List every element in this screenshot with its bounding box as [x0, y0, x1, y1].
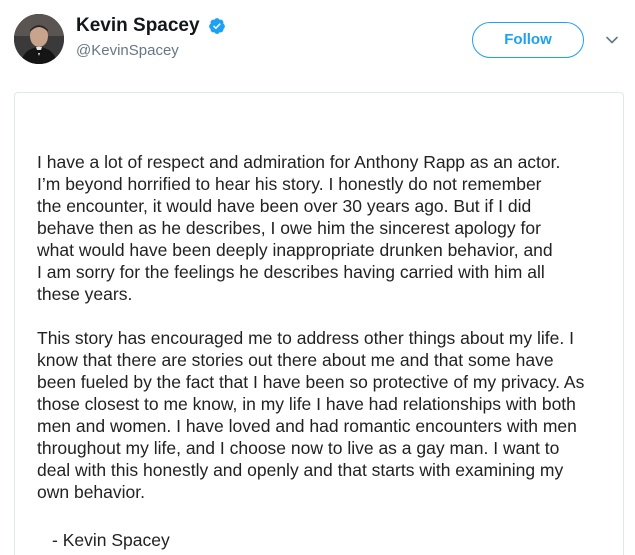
tweet-header: Kevin Spacey @KevinSpacey Follow — [0, 0, 635, 80]
statement-line: these years. — [37, 284, 133, 304]
statement-line: those closest to me know, in my life I h… — [37, 394, 576, 414]
statement-paragraph-2: This story has encouraged me to address … — [37, 327, 622, 503]
follow-button[interactable]: Follow — [472, 22, 584, 58]
statement-line: I’m beyond horrified to hear his story. … — [37, 174, 542, 194]
verified-badge-icon — [208, 17, 226, 35]
statement-line: throughout my life, and I choose now to … — [37, 438, 560, 458]
tweet: Kevin Spacey @KevinSpacey Follow I have … — [0, 0, 635, 555]
user-handle[interactable]: @KevinSpacey — [76, 42, 226, 60]
statement-line: deal with this honestly and openly and t… — [37, 460, 564, 480]
statement-line: know that there are stories out there ab… — [37, 350, 554, 370]
statement-text: I have a lot of respect and admiration f… — [37, 151, 622, 551]
statement-line: behave then as he describes, I owe him t… — [37, 218, 541, 238]
statement-line: I have a lot of respect and admiration f… — [37, 152, 561, 172]
statement-line: own behavior. — [37, 482, 145, 502]
user-info: Kevin Spacey @KevinSpacey — [76, 14, 226, 60]
statement-line: what would have been deeply inappropriat… — [37, 240, 553, 260]
statement-image[interactable]: I have a lot of respect and admiration f… — [14, 92, 624, 555]
statement-line: men and women. I have loved and had roma… — [37, 416, 577, 436]
avatar[interactable] — [14, 14, 64, 64]
statement-line: the encounter, it would have been over 3… — [37, 196, 532, 216]
chevron-down-icon[interactable] — [604, 32, 620, 48]
avatar-photo — [14, 14, 64, 64]
display-name[interactable]: Kevin Spacey — [76, 14, 200, 38]
statement-line: This story has encouraged me to address … — [37, 328, 574, 348]
statement-signature: - Kevin Spacey — [52, 530, 170, 550]
statement-line: been fueled by the fact that I have been… — [37, 372, 585, 392]
statement-paragraph-1: I have a lot of respect and admiration f… — [37, 151, 622, 305]
statement-line: I am sorry for the feelings he describes… — [37, 262, 545, 282]
